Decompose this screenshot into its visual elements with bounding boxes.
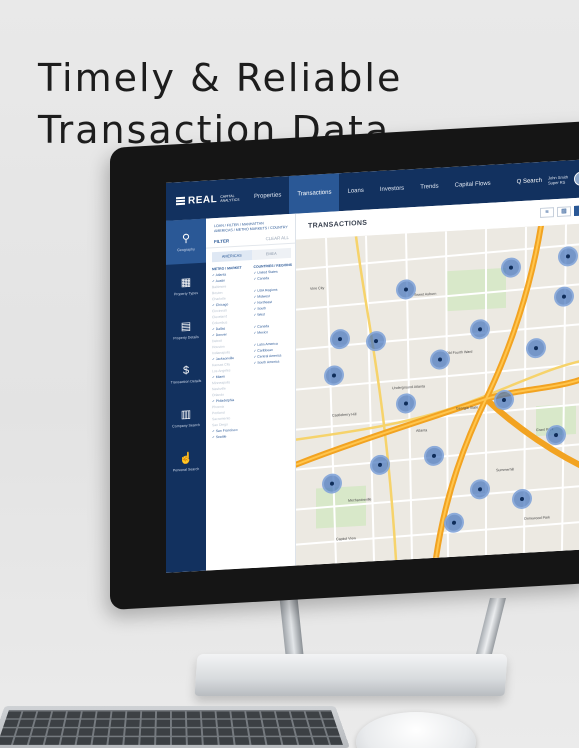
nav-tab-capital-flows[interactable]: Capital Flows xyxy=(447,164,499,205)
grid-view-button[interactable]: ▦ xyxy=(557,206,571,218)
nav-tab-loans[interactable]: Loans xyxy=(339,171,371,211)
left-rail: ⚲ Geography ▦ Property Types ▤ Property … xyxy=(166,218,206,573)
view-toggle: ≡ ▦ ⚲ xyxy=(540,205,579,218)
metro-market-column: METRO / MARKET ✓ Atlanta ✓ Austin Baltimor… xyxy=(212,264,254,440)
filter-option[interactable]: ✓ Seattle xyxy=(212,432,254,440)
building-icon: ▦ xyxy=(180,275,192,289)
page-title: TRANSACTIONS xyxy=(308,219,368,230)
tab-americas[interactable]: AMERICAS xyxy=(212,250,252,263)
tab-emea[interactable]: EMEA xyxy=(251,247,291,261)
filter-button[interactable]: FILTER xyxy=(214,238,229,244)
map-pin-icon: ⚲ xyxy=(181,232,191,245)
nav-right: Q Search John Smith Super RS xyxy=(517,171,579,189)
app-screen: REAL CAPITAL ANALYTICS Properties Transa… xyxy=(166,158,579,573)
rail-label: Company Search xyxy=(172,422,200,429)
logo-bars-icon xyxy=(176,196,185,206)
filter-columns: METRO / MARKET ✓ Atlanta ✓ Austin Baltimor… xyxy=(206,262,295,441)
transactions-map[interactable]: Vine City Sweet Auburn Old Fourth Ward Unde… xyxy=(296,222,579,566)
rail-item-property-types[interactable]: ▦ Property Types xyxy=(166,263,206,309)
rail-item-geography[interactable]: ⚲ Geography xyxy=(166,218,206,265)
map-streets xyxy=(296,222,579,566)
headline-line-1: Timely & Reliable xyxy=(38,56,403,100)
logo-sub-2: ANALYTICS xyxy=(220,197,240,203)
countries-regions-column: COUNTRIES / REGIONS ✓ United States ✓ Can… xyxy=(254,262,296,438)
rail-item-personal-search[interactable]: ☝ Personal Search xyxy=(166,439,206,485)
dollar-icon: $ xyxy=(182,364,190,377)
monitor: REAL CAPITAL ANALYTICS Properties Transa… xyxy=(110,121,579,611)
computer-base xyxy=(194,654,508,696)
search-button[interactable]: Q Search xyxy=(517,178,542,185)
region-tabs: AMERICAS EMEA xyxy=(212,247,291,263)
nav-tab-investors[interactable]: Investors xyxy=(372,169,412,209)
logo-sub: CAPITAL ANALYTICS xyxy=(220,194,239,203)
document-icon: ▤ xyxy=(180,319,192,333)
keyboard xyxy=(0,706,350,748)
rail-label: Personal Search xyxy=(172,466,200,472)
user-sub: Super RS xyxy=(547,179,566,186)
nav-tab-properties[interactable]: Properties xyxy=(246,176,289,216)
rail-item-property-details[interactable]: ▤ Property Details xyxy=(166,307,206,353)
map-label: Vine City xyxy=(310,286,325,291)
touch-icon: ☝ xyxy=(179,451,193,465)
book-icon: ▥ xyxy=(180,407,192,421)
map-label: Atlanta xyxy=(416,428,428,433)
rail-label: Property Types xyxy=(173,290,199,296)
rail-item-transaction-details[interactable]: $ Transaction Details xyxy=(166,351,206,397)
filter-panel: LOAN / FILTER / MANHATTAN AMERICAS / MET… xyxy=(206,213,296,571)
clear-all-button[interactable]: CLEAR ALL xyxy=(266,235,289,241)
nav-tab-trends[interactable]: Trends xyxy=(412,167,446,207)
logo-word: REAL xyxy=(188,193,218,207)
logo[interactable]: REAL CAPITAL ANALYTICS xyxy=(166,192,246,207)
rail-label: Transaction Details xyxy=(170,378,202,385)
list-view-button[interactable]: ≡ xyxy=(540,207,554,218)
avatar[interactable] xyxy=(574,171,579,187)
rail-label: Geography xyxy=(177,246,195,252)
rail-item-company-search[interactable]: ▥ Company Search xyxy=(166,395,206,441)
nav-tab-transactions[interactable]: Transactions xyxy=(289,173,340,214)
user-info[interactable]: John Smith Super RS xyxy=(548,174,568,185)
main-panel: TRANSACTIONS ≡ ▦ ⚲ xyxy=(296,196,579,566)
rail-label: Property Details xyxy=(173,334,199,340)
keyboard-keys xyxy=(0,710,343,745)
mouse xyxy=(356,712,476,748)
filter-option[interactable]: ✓ South America xyxy=(254,358,296,366)
map-view-button[interactable]: ⚲ xyxy=(574,205,579,217)
